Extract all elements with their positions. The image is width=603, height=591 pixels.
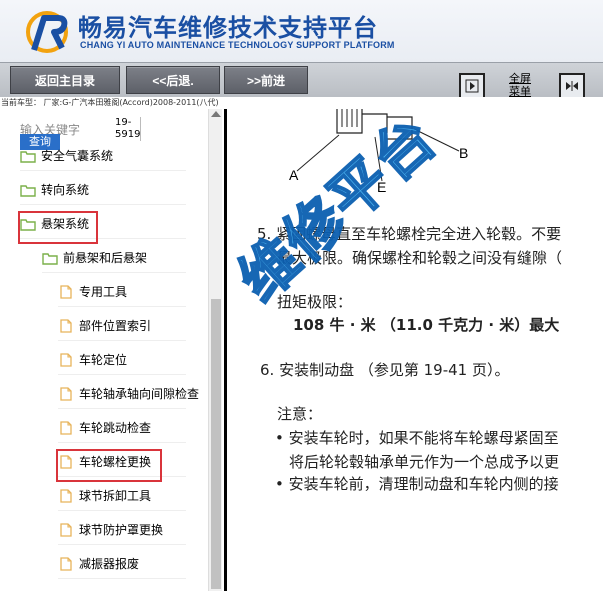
keyword-separator (140, 117, 141, 141)
tree-item-label: 球节拆卸工具 (79, 489, 152, 503)
forward-button[interactable]: >>前进 (224, 66, 308, 94)
tree-item-label: 球节防护罩更换 (79, 523, 164, 537)
tree-item[interactable]: 车轮定位 (58, 345, 186, 375)
selection-highlight (18, 211, 98, 244)
app-header: 畅易汽车维修技术支持平台 CHANG YI AUTO MAINTENANCE T… (0, 0, 603, 62)
scroll-up-icon[interactable] (211, 111, 221, 117)
tree-item-label: 车轮跳动检查 (79, 421, 152, 435)
back-button[interactable]: <<后退. (126, 66, 220, 94)
tree-item[interactable]: 安全气囊系统 (20, 141, 186, 171)
keyword-ref-line1: 19- (115, 117, 132, 128)
tree-item[interactable]: 车轮跳动检查 (58, 413, 186, 443)
tree-item[interactable]: 减振器报废 (58, 549, 186, 579)
note-title: 注意： (277, 405, 323, 423)
label-b: B (459, 145, 469, 161)
document-icon (60, 556, 72, 571)
folder-icon (20, 184, 36, 197)
torque-value: 108 牛 · 米 （11.0 千克力 · 米）最大 (293, 316, 560, 334)
tree-item-label: 前悬架和后悬架 (63, 251, 148, 265)
vehicle-info: 当前车型： 厂家:G-广汽本田雅阁(Accord)2008-2011(八代) (0, 97, 603, 109)
tree-item[interactable]: 球节拆卸工具 (58, 481, 186, 511)
keyword-ref: 19- 5919 (115, 117, 140, 141)
tree-item-label: 车轮轴承轴向间隙检查 (79, 387, 200, 401)
expand-icon (566, 81, 578, 91)
toolbar: 返回主目录 <<后退. >>前进 全屏 菜单 (0, 62, 603, 99)
logo-icon (26, 11, 68, 53)
folder-icon (42, 252, 58, 265)
tree-item-label: 安全气囊系统 (41, 149, 114, 163)
note2: • 安装车轮前，清理制动盘和车轮内侧的接 (275, 475, 559, 493)
document-icon (60, 318, 72, 333)
document-icon (60, 522, 72, 537)
tree-item-label: 减振器报废 (79, 557, 140, 571)
tree-item-label: 专用工具 (79, 285, 128, 299)
collapse-sidebar-button[interactable] (459, 73, 485, 99)
expand-button[interactable] (559, 73, 585, 99)
app-title: 畅易汽车维修技术支持平台 (78, 14, 378, 42)
folder-icon (20, 150, 36, 163)
document-icon (60, 352, 72, 367)
home-button[interactable]: 返回主目录 (10, 66, 120, 94)
note1-line1: • 安装车轮时，如果不能将车轮螺母紧固至 (275, 429, 559, 447)
tree-item-label: 车轮定位 (79, 353, 128, 367)
step6: 6. 安装制动盘 （参见第 19-41 页）。 (260, 361, 510, 379)
tree-item[interactable]: 球节防护罩更换 (58, 515, 186, 545)
sidebar-scrollbar[interactable] (208, 109, 222, 591)
tree-item[interactable]: 车轮轴承轴向间隙检查 (58, 379, 199, 409)
document-icon (60, 284, 72, 299)
document-icon (60, 420, 72, 435)
keyword-ref-line2: 5919 (115, 129, 141, 140)
document-icon (60, 386, 72, 401)
note1-line2: 将后轮轮毂轴承单元作为一个总成予以更 (289, 453, 560, 471)
tree-item[interactable]: 转向系统 (20, 175, 186, 205)
tree-item-label: 转向系统 (41, 183, 90, 197)
tree-item[interactable]: 部件位置索引 (58, 311, 186, 341)
fullscreen-label: 全屏 (509, 72, 531, 85)
app-subtitle: CHANG YI AUTO MAINTENANCE TECHNOLOGY SUP… (80, 40, 395, 50)
fullscreen-menu-link[interactable]: 全屏 菜单 (505, 72, 535, 98)
document-viewer: A B E 5. 紧固螺母直至车轮螺栓完全进入轮毂。不要 最大极限。确保螺栓和轮… (224, 109, 603, 591)
selection-highlight (56, 449, 162, 482)
tree-item[interactable]: 前悬架和后悬架 (42, 243, 186, 273)
scrollbar-thumb[interactable] (211, 299, 221, 589)
arrow-right-icon (465, 79, 479, 93)
tree-item-label: 部件位置索引 (79, 319, 152, 333)
sidebar: 输入关键字 19- 5919 查询 安全气囊系统 转向系统 悬架系统 前悬架和后悬架专… (0, 109, 208, 591)
document-icon (60, 488, 72, 503)
tree-item[interactable]: 专用工具 (58, 277, 186, 307)
